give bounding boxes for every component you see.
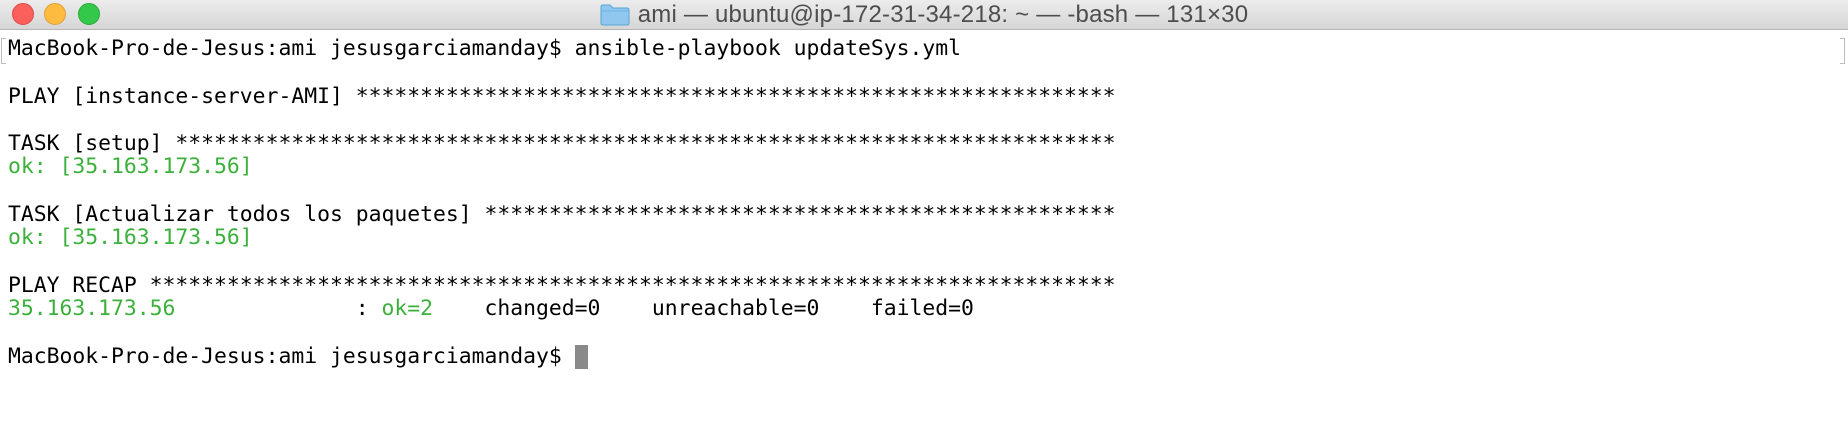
selection-bracket-left [1, 38, 6, 64]
task-setup-result: ok: [35.163.173.56] [8, 154, 253, 179]
recap-header: PLAY RECAP *****************************… [8, 273, 1116, 298]
recap-ok: ok=2 [381, 296, 433, 321]
final-prompt-text: MacBook-Pro-de-Jesus:ami jesusgarciamand… [8, 344, 575, 369]
window-titlebar[interactable]: ami — ubuntu@ip-172-31-34-218: ~ — -bash… [0, 0, 1848, 30]
task-setup-header: TASK [setup] ***************************… [8, 131, 1116, 156]
selection-bracket-right [1840, 38, 1845, 64]
command-line: MacBook-Pro-de-Jesus:ami jesusgarciamand… [8, 37, 961, 61]
task-update-result: ok: [35.163.173.56] [8, 225, 253, 250]
window-title: ami — ubuntu@ip-172-31-34-218: ~ — -bash… [637, 0, 1249, 28]
final-prompt-line[interactable]: MacBook-Pro-de-Jesus:ami jesusgarciamand… [8, 345, 588, 369]
prompt-text: MacBook-Pro-de-Jesus:ami jesusgarciamand… [8, 36, 575, 61]
play-header: PLAY [instance-server-AMI] *************… [8, 84, 1116, 109]
recap-host: 35.163.173.56 [8, 296, 176, 321]
folder-icon [600, 4, 630, 26]
recap-row: 35.163.173.56 : ok=2 changed=0 unreachab… [8, 297, 974, 321]
text-cursor [574, 345, 588, 369]
task-update-header: TASK [Actualizar todos los paquetes] ***… [8, 202, 1116, 227]
recap-separator: : [175, 296, 382, 321]
command-text: ansible-playbook updateSys.yml [574, 36, 962, 61]
recap-stats: changed=0 unreachable=0 failed=0 [433, 296, 974, 321]
window-title-group: ami — ubuntu@ip-172-31-34-218: ~ — -bash… [0, 0, 1848, 29]
